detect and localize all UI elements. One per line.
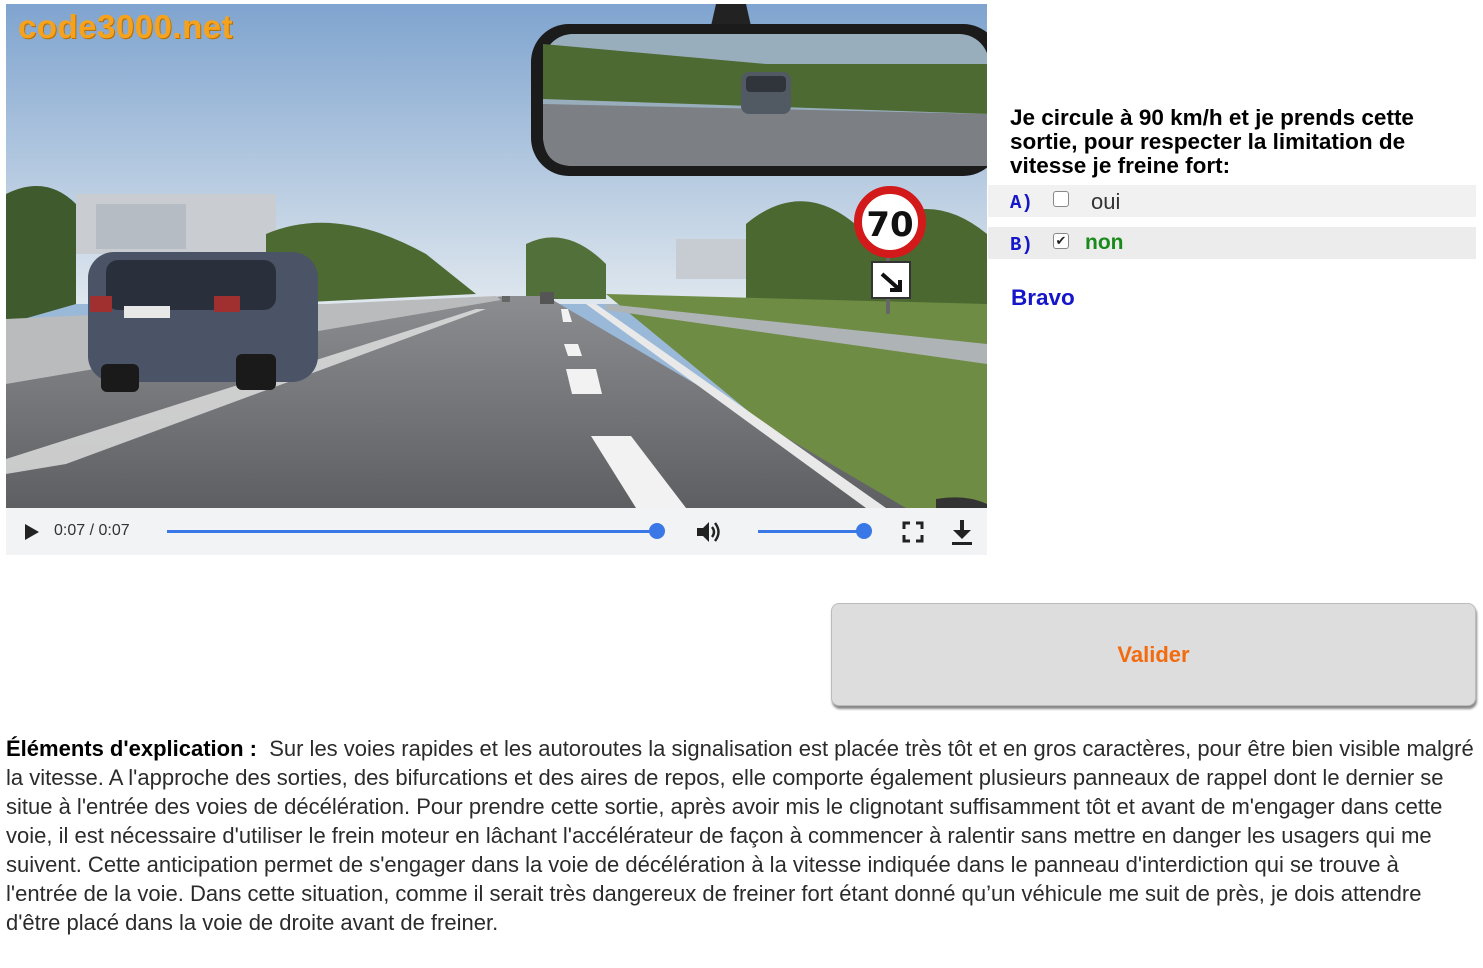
answer-a-checkbox[interactable] (1053, 191, 1069, 207)
answer-option-b[interactable]: B) ✔ non (988, 227, 1476, 259)
fullscreen-icon[interactable] (902, 521, 924, 543)
volume-slider[interactable] (758, 530, 863, 533)
volume-icon[interactable] (694, 518, 722, 546)
question-text: Je circule à 90 km/h et je prends cette … (1010, 105, 1414, 178)
seek-bar[interactable] (167, 530, 657, 533)
download-icon[interactable] (950, 518, 974, 546)
explanation-body: Sur les voies rapides et les autoroutes … (6, 736, 1474, 935)
result-message: Bravo (1011, 285, 1075, 310)
video-frame: 70 (6, 4, 987, 508)
answer-letter: A) (1010, 192, 1033, 214)
answer-letter: B) (1010, 234, 1033, 256)
time-display: 0:07 / 0:07 (54, 522, 130, 539)
answer-option-a[interactable]: A) oui (988, 185, 1476, 217)
validate-button[interactable]: Valider (831, 603, 1476, 706)
watermark: code3000.net (18, 8, 234, 45)
seek-handle[interactable] (649, 523, 665, 539)
answer-label: oui (1091, 189, 1121, 214)
answer-b-checkbox[interactable]: ✔ (1053, 233, 1069, 249)
speed-sign-value: 70 (866, 205, 913, 245)
volume-handle[interactable] (856, 523, 872, 539)
explanation: Éléments d'explication : Sur les voies r… (6, 734, 1476, 937)
video-controls: 0:07 / 0:07 (6, 508, 987, 555)
answer-label: non (1085, 231, 1124, 254)
explanation-title: Éléments d'explication : (6, 736, 257, 761)
video-player[interactable]: 70 code3000.net (6, 4, 987, 508)
play-icon[interactable] (20, 521, 42, 543)
